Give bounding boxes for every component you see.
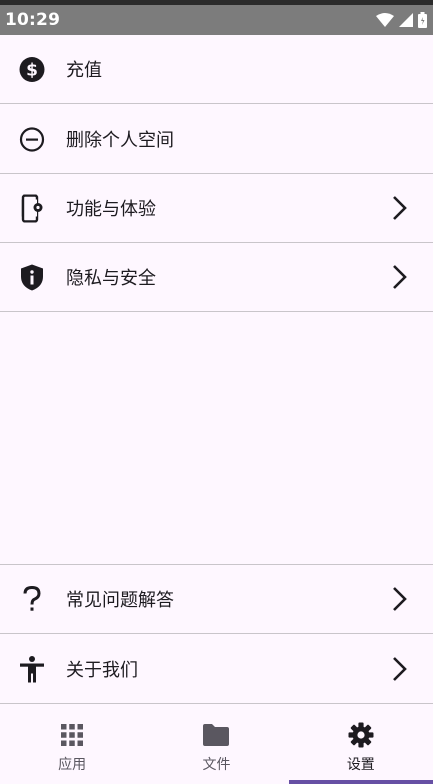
nav-label: 设置 [346,757,375,773]
active-tab-indicator [289,780,433,784]
menu-item-label: 充值 [66,60,102,81]
bottom-navigation: 应用 文件 设置 [0,706,433,784]
status-icons [376,12,427,28]
menu-item-recharge[interactable]: $ 充值 [0,35,433,104]
chevron-right-icon [393,657,407,681]
chevron-right-icon [393,265,407,289]
apps-grid-icon [59,722,85,748]
menu-item-about-us[interactable]: 关于我们 [0,635,433,704]
nav-item-apps[interactable]: 应用 [0,706,144,784]
accessibility-person-icon [18,655,45,683]
menu-item-delete-personal-space[interactable]: 删除个人空间 [0,105,433,174]
gear-icon [348,722,374,748]
phone-settings-icon [18,194,45,222]
menu-item-label: 关于我们 [66,660,138,681]
chevron-right-icon [393,196,407,220]
menu-item-label: 功能与体验 [66,199,156,220]
status-time: 10:29 [5,10,61,30]
signal-icon [399,13,413,27]
status-bar: 10:29 [0,0,433,35]
nav-item-files[interactable]: 文件 [144,706,288,784]
menu-item-label: 隐私与安全 [66,268,156,289]
folder-icon [203,722,230,748]
minus-circle-icon [18,126,45,153]
nav-label: 文件 [202,757,231,773]
menu-item-privacy-security[interactable]: 隐私与安全 [0,243,433,312]
question-mark-icon [18,585,45,613]
battery-icon [418,12,427,28]
nav-label: 应用 [58,757,87,773]
chevron-right-icon [393,587,407,611]
menu-item-faq[interactable]: 常见问题解答 [0,565,433,634]
shield-info-icon [18,264,45,291]
menu-item-label: 常见问题解答 [66,590,174,611]
svg-text:$: $ [26,60,38,80]
menu-item-features-experience[interactable]: 功能与体验 [0,174,433,243]
dollar-circle-icon: $ [18,56,45,83]
nav-item-settings[interactable]: 设置 [289,706,433,784]
wifi-icon [376,13,394,27]
menu-item-label: 删除个人空间 [66,130,174,151]
